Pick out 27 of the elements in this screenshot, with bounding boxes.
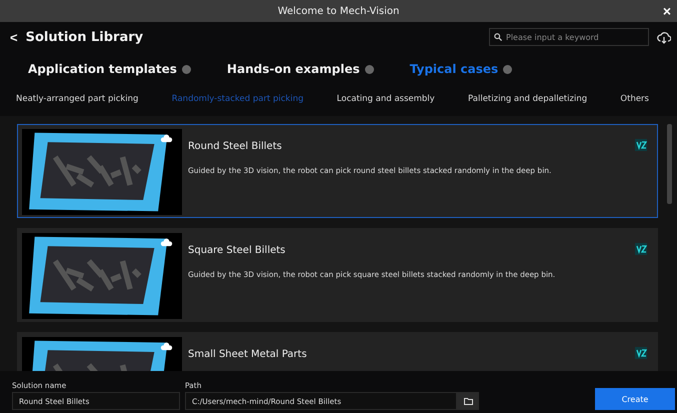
solution-title: Square Steel Billets — [188, 245, 286, 256]
category-tab[interactable]: Application templates — [28, 62, 191, 76]
logo-icon — [635, 139, 647, 151]
logo-icon — [635, 347, 647, 359]
solution-title: Round Steel Billets — [188, 141, 283, 152]
help-icon[interactable] — [182, 64, 191, 74]
search-field[interactable]: Please input a keyword — [489, 28, 649, 46]
help-icon[interactable] — [364, 64, 374, 74]
folder-button[interactable] — [457, 392, 479, 410]
create-button[interactable]: Create — [595, 388, 675, 410]
folder-icon — [464, 398, 472, 404]
window-title: Welcome to Mech-Vision — [278, 6, 400, 16]
category-tab[interactable]: Hands-on examples — [226, 62, 374, 76]
help-icon[interactable] — [503, 64, 512, 74]
logo-icon — [635, 243, 647, 255]
close-button[interactable]: × — [662, 2, 671, 20]
scrollbar[interactable] — [667, 124, 672, 204]
subcategory-tab[interactable]: Others — [620, 94, 649, 104]
solution-title: Small Sheet Metal Parts — [188, 349, 308, 360]
subcategory-tab[interactable]: Locating and assembly — [336, 94, 435, 104]
back-button[interactable]: < — [10, 30, 18, 44]
subcategory-tab[interactable]: Palletizing and depalletizing — [468, 94, 588, 104]
page-title: Solution Library — [26, 30, 144, 44]
subcategory-tab[interactable]: Neatly-arranged part picking — [16, 94, 138, 104]
cloud-download-icon[interactable] — [657, 30, 671, 44]
category-tab[interactable]: Typical cases — [410, 62, 512, 76]
solution-card[interactable]: Small Sheet Metal Parts — [17, 332, 658, 371]
